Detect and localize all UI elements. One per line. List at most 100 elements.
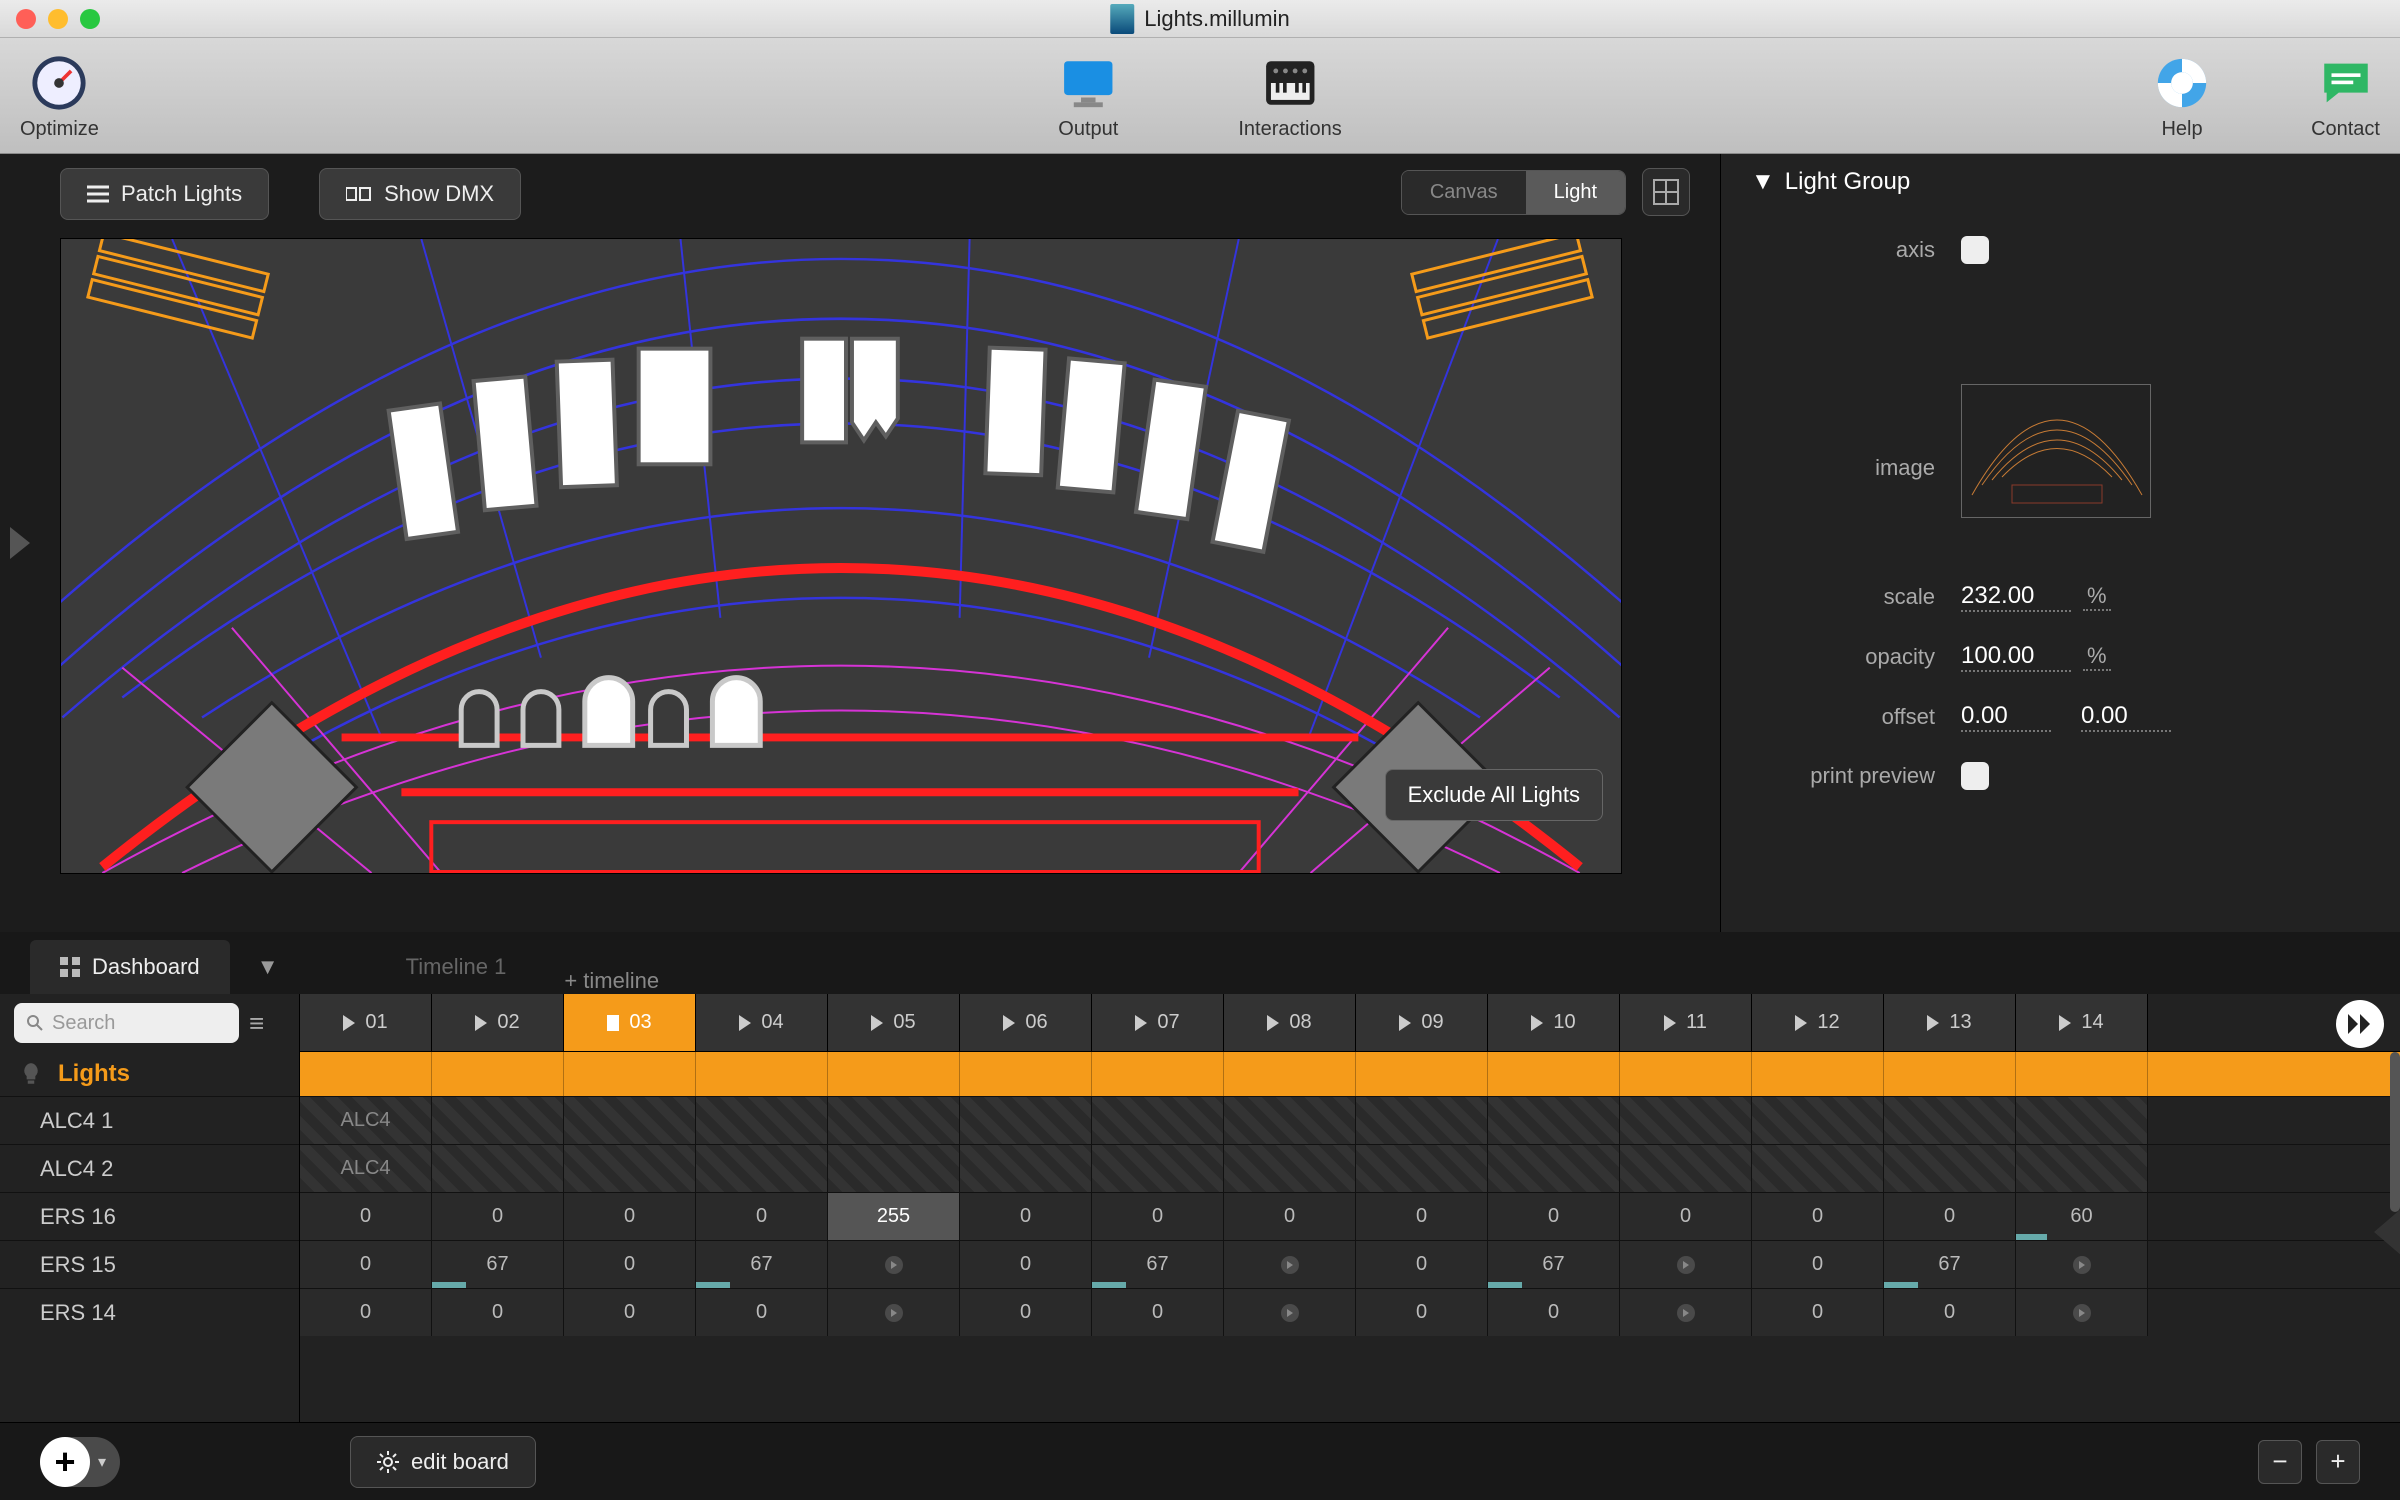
cell[interactable]	[696, 1145, 828, 1192]
cell[interactable]: 0	[432, 1193, 564, 1240]
lights-cue-10[interactable]	[1488, 1052, 1620, 1096]
cell[interactable]: 0	[1488, 1289, 1620, 1336]
cell[interactable]	[1620, 1097, 1752, 1144]
column-header-04[interactable]: 04	[696, 994, 828, 1051]
cell[interactable]	[828, 1289, 960, 1336]
cell[interactable]: 0	[1356, 1193, 1488, 1240]
lights-cue-01[interactable]	[300, 1052, 432, 1096]
column-header-07[interactable]: 07	[1092, 994, 1224, 1051]
column-header-13[interactable]: 13	[1884, 994, 2016, 1051]
lights-cue-07[interactable]	[1092, 1052, 1224, 1096]
cell[interactable]: 0	[1092, 1289, 1224, 1336]
optimize-button[interactable]: Optimize	[20, 54, 99, 141]
cell[interactable]	[1356, 1145, 1488, 1192]
add-timeline-button[interactable]: + timeline	[564, 968, 659, 994]
row-label[interactable]: ERS 16	[0, 1192, 299, 1240]
dashboard-tab[interactable]: Dashboard	[30, 940, 230, 994]
cell[interactable]: 67	[1488, 1241, 1620, 1288]
column-header-05[interactable]: 05	[828, 994, 960, 1051]
stage-canvas[interactable]: Exclude All Lights	[60, 238, 1622, 874]
lights-group-header[interactable]: Lights	[0, 1052, 299, 1096]
list-menu-button[interactable]: ≡	[249, 1008, 285, 1039]
cell[interactable]: 0	[564, 1241, 696, 1288]
help-button[interactable]: Help	[2153, 54, 2211, 141]
cell[interactable]	[1224, 1289, 1356, 1336]
cell[interactable]	[696, 1097, 828, 1144]
timeline-1-tab[interactable]: Timeline 1	[376, 940, 537, 994]
lights-cue-06[interactable]	[960, 1052, 1092, 1096]
cell[interactable]	[1752, 1097, 1884, 1144]
cell[interactable]: 0	[1752, 1241, 1884, 1288]
cell[interactable]: 0	[564, 1289, 696, 1336]
cell[interactable]: 67	[696, 1241, 828, 1288]
row-label[interactable]: ERS 14	[0, 1288, 299, 1336]
cell[interactable]: 0	[960, 1289, 1092, 1336]
cell[interactable]: 0	[1752, 1289, 1884, 1336]
cell[interactable]: 0	[564, 1193, 696, 1240]
opacity-input[interactable]: 100.00	[1961, 642, 2071, 672]
row-label[interactable]: ERS 15	[0, 1240, 299, 1288]
column-header-14[interactable]: 14	[2016, 994, 2148, 1051]
output-button[interactable]: Output	[1058, 54, 1118, 141]
cell[interactable]: ALC4	[300, 1097, 432, 1144]
row-label[interactable]: ALC4 2	[0, 1144, 299, 1192]
exclude-all-lights-button[interactable]: Exclude All Lights	[1385, 769, 1603, 821]
fast-forward-button[interactable]	[2336, 1000, 2384, 1048]
lights-cue-08[interactable]	[1224, 1052, 1356, 1096]
cell[interactable]	[1488, 1145, 1620, 1192]
cell[interactable]: 0	[1092, 1193, 1224, 1240]
cell[interactable]	[1620, 1289, 1752, 1336]
edit-board-button[interactable]: edit board	[350, 1436, 536, 1488]
cell[interactable]	[1884, 1145, 2016, 1192]
cell[interactable]: 0	[432, 1289, 564, 1336]
inspector-header[interactable]: ▼ Light Group	[1751, 168, 2360, 196]
cell[interactable]: 0	[960, 1193, 1092, 1240]
close-window-button[interactable]	[16, 9, 36, 29]
cell[interactable]	[1224, 1145, 1356, 1192]
cell[interactable]	[1620, 1145, 1752, 1192]
zoom-window-button[interactable]	[80, 9, 100, 29]
cell[interactable]	[432, 1097, 564, 1144]
cell[interactable]	[1092, 1097, 1224, 1144]
contact-button[interactable]: Contact	[2311, 54, 2380, 141]
lights-cue-13[interactable]	[1884, 1052, 2016, 1096]
lights-cue-11[interactable]	[1620, 1052, 1752, 1096]
cell[interactable]	[1356, 1097, 1488, 1144]
cell[interactable]	[960, 1145, 1092, 1192]
cell[interactable]: 0	[960, 1241, 1092, 1288]
cell[interactable]	[1752, 1145, 1884, 1192]
column-header-08[interactable]: 08	[1224, 994, 1356, 1051]
dashboard-dropdown[interactable]: ▼	[238, 940, 298, 994]
column-header-11[interactable]: 11	[1620, 994, 1752, 1051]
cell[interactable]: 0	[1488, 1193, 1620, 1240]
cell[interactable]: 60	[2016, 1193, 2148, 1240]
lights-cue-14[interactable]	[2016, 1052, 2148, 1096]
cell[interactable]	[1884, 1097, 2016, 1144]
column-header-02[interactable]: 02	[432, 994, 564, 1051]
cell[interactable]	[1620, 1241, 1752, 1288]
cell[interactable]: 0	[1356, 1289, 1488, 1336]
zoom-out-button[interactable]: −	[2258, 1440, 2302, 1484]
cell[interactable]: 0	[1224, 1193, 1356, 1240]
axis-checkbox[interactable]	[1961, 236, 1989, 264]
cell[interactable]: 0	[1620, 1193, 1752, 1240]
cell[interactable]	[1092, 1145, 1224, 1192]
search-input[interactable]: Search	[14, 1003, 239, 1043]
cell[interactable]: 67	[432, 1241, 564, 1288]
column-header-09[interactable]: 09	[1356, 994, 1488, 1051]
cell[interactable]: 67	[1092, 1241, 1224, 1288]
lights-cue-12[interactable]	[1752, 1052, 1884, 1096]
cell[interactable]: 67	[1884, 1241, 2016, 1288]
cell[interactable]	[1224, 1241, 1356, 1288]
cell[interactable]: 0	[300, 1241, 432, 1288]
cell[interactable]	[2016, 1097, 2148, 1144]
zoom-in-button[interactable]: +	[2316, 1440, 2360, 1484]
interactions-button[interactable]: Interactions	[1238, 54, 1341, 141]
cell[interactable]	[564, 1145, 696, 1192]
canvas-tab[interactable]: Canvas	[1402, 171, 1526, 214]
column-header-03[interactable]: 03	[564, 994, 696, 1051]
image-thumbnail[interactable]	[1961, 384, 2151, 518]
left-panel-toggle[interactable]	[10, 527, 30, 559]
cell[interactable]: 0	[1752, 1193, 1884, 1240]
column-header-12[interactable]: 12	[1752, 994, 1884, 1051]
